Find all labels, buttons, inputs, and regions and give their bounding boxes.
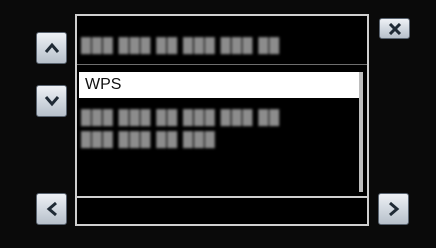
input-box[interactable] xyxy=(75,196,369,226)
scroll-down-button[interactable] xyxy=(36,85,67,117)
network-item[interactable]: ███ ███ ██ ███ ███ ██ xyxy=(81,106,359,128)
divider xyxy=(77,64,367,65)
network-item[interactable]: ███ ███ ██ ███ ███ ██ xyxy=(81,34,359,56)
close-icon xyxy=(388,22,401,35)
network-item[interactable]: ███ ███ ██ ███ xyxy=(81,128,359,150)
network-item-selected[interactable]: WPS xyxy=(79,72,359,98)
chevron-down-icon xyxy=(44,96,59,107)
chevron-up-icon xyxy=(44,42,59,53)
close-button[interactable] xyxy=(379,18,410,39)
scroll-up-button[interactable] xyxy=(36,32,67,64)
dialog-frame: ███ ███ ██ ███ ███ ██ WPS ███ ███ ██ ███… xyxy=(0,0,436,248)
network-list-panel: ███ ███ ██ ███ ███ ██ WPS ███ ███ ██ ███… xyxy=(75,14,369,226)
chevron-left-icon xyxy=(46,201,57,217)
scrollbar-thumb[interactable] xyxy=(359,72,363,192)
scrollbar[interactable] xyxy=(359,72,363,192)
next-button[interactable] xyxy=(378,193,409,225)
chevron-right-icon xyxy=(388,201,399,217)
previous-button[interactable] xyxy=(36,193,67,225)
